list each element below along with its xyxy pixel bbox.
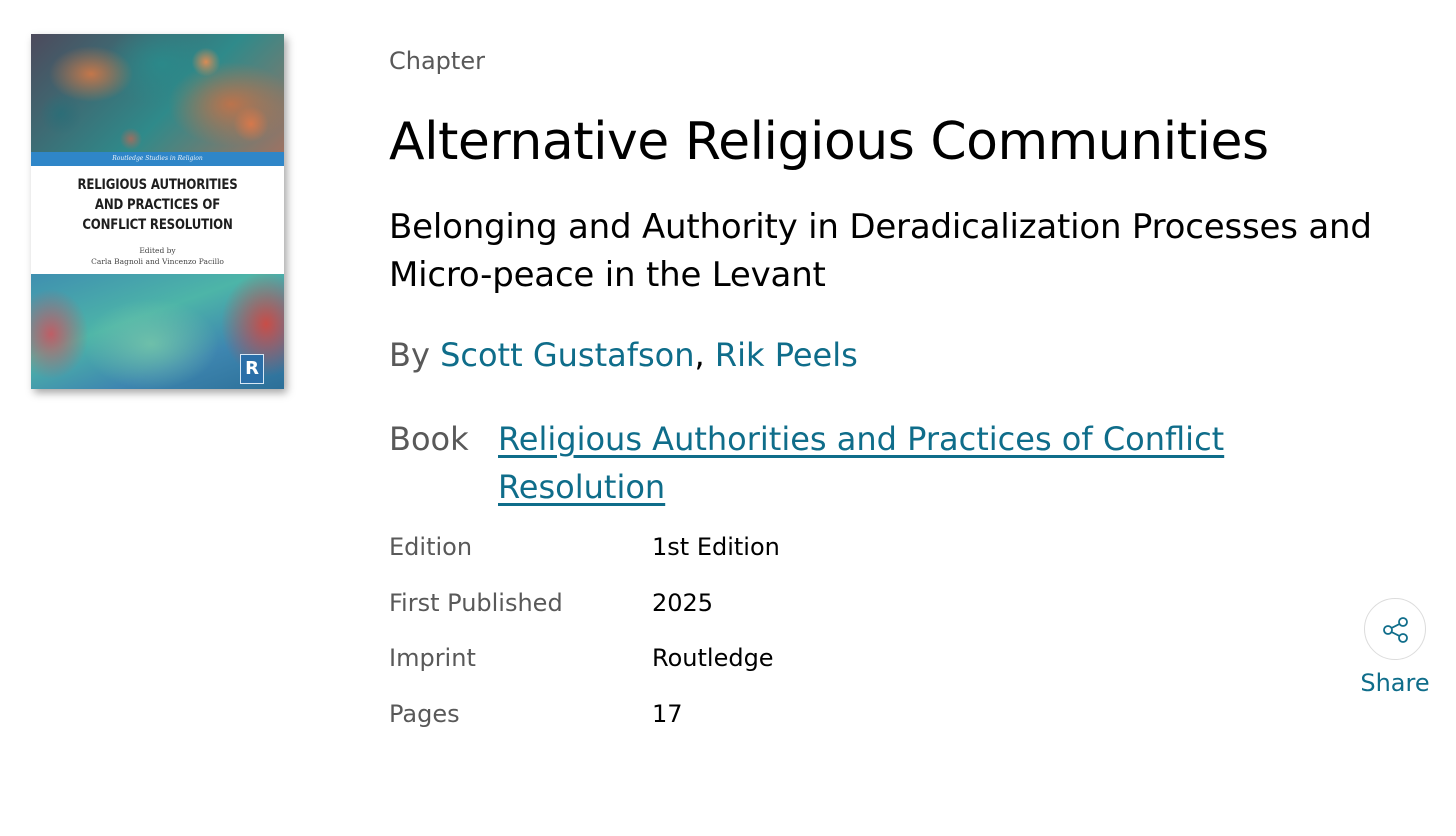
share-icon — [1383, 617, 1408, 643]
meta-value: 2025 — [652, 588, 714, 617]
chapter-subtitle: Belonging and Authority in Deradicalizat… — [389, 207, 1372, 295]
share-icon-circle[interactable] — [1364, 598, 1426, 660]
author-separator: , — [694, 336, 715, 374]
meta-row-pages: Pages 17 — [389, 699, 1089, 755]
meta-key: Edition — [389, 533, 473, 561]
meta-key: Pages — [389, 699, 460, 728]
author-link-scott-gustafson[interactable]: Scott Gustafson — [440, 336, 694, 374]
cover-title-line: RELIGIOUS AUTHORITIES — [77, 177, 238, 193]
meta-value: Routledge — [652, 644, 774, 672]
cover-title-line: AND PRACTICES OF — [94, 197, 221, 213]
cover-title: RELIGIOUS AUTHORITIES AND PRACTICES OF C… — [51, 175, 264, 235]
byline-prefix: By — [389, 336, 441, 374]
author-byline: By Scott Gustafson, Rik Peels — [389, 334, 858, 376]
publisher-logo: R — [240, 354, 264, 384]
meta-key: Imprint — [389, 644, 476, 672]
chapter-metadata: Edition 1st Edition First Published 2025… — [389, 532, 1089, 754]
meta-value: 17 — [652, 699, 683, 728]
cover-editors-line: Carla Bagnoli and Vincenzo Pacillo — [91, 257, 224, 266]
meta-row-imprint: Imprint Routledge — [389, 643, 1089, 699]
content-type-label: Chapter — [389, 47, 485, 75]
book-label: Book — [389, 420, 469, 458]
cover-texture-top — [31, 34, 284, 154]
author-link-rik-peels[interactable]: Rik Peels — [715, 336, 858, 374]
meta-row-first-published: First Published 2025 — [389, 588, 1089, 644]
meta-value: 1st Edition — [652, 533, 780, 561]
meta-key: First Published — [389, 588, 563, 617]
cover-title-line: CONFLICT RESOLUTION — [82, 217, 233, 233]
cover-editors: Edited by Carla Bagnoli and Vincenzo Pac… — [31, 245, 284, 267]
chapter-page: Routledge Studies in Religion RELIGIOUS … — [0, 0, 1456, 836]
chapter-title: Alternative Religious Communities — [389, 112, 1269, 172]
meta-row-edition: Edition 1st Edition — [389, 532, 1089, 588]
cover-series-text: Routledge Studies in Religion — [112, 155, 203, 162]
share-label[interactable]: Share — [1356, 668, 1434, 698]
book-cover-image[interactable]: Routledge Studies in Religion RELIGIOUS … — [31, 34, 284, 389]
parent-book-link[interactable]: Religious Authorities and Practices of C… — [498, 415, 1258, 511]
share-button[interactable]: Share — [1360, 598, 1430, 702]
cover-editors-line: Edited by — [139, 246, 176, 255]
